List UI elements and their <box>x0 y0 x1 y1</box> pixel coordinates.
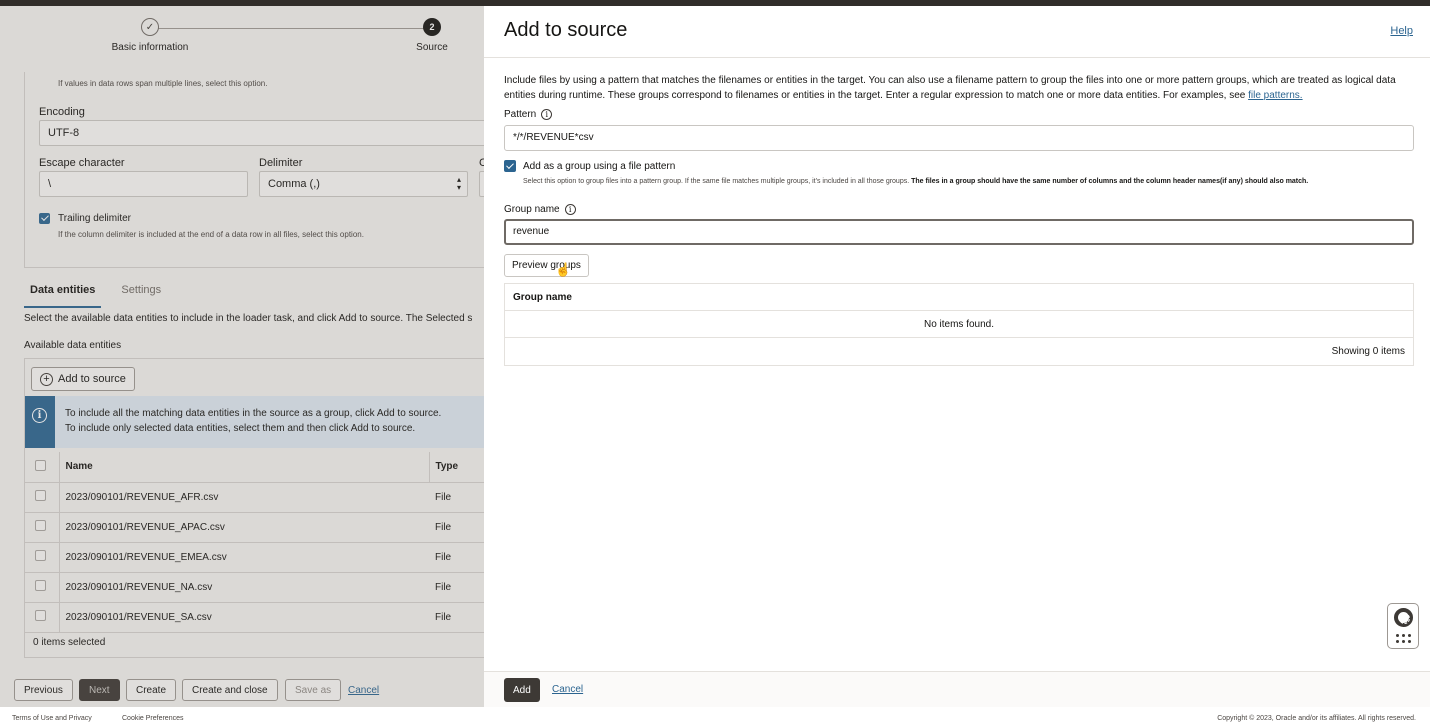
hand-pointer-icon: ☝ <box>555 262 572 277</box>
group-hint-text: Select this option to group files into a… <box>523 178 910 185</box>
info-icon[interactable]: i <box>541 109 553 120</box>
pattern-label-text: Pattern <box>504 109 537 120</box>
preview-groups-button[interactable]: Preview groups <box>504 254 589 277</box>
help-widget[interactable] <box>1387 603 1419 649</box>
panel-cancel-link[interactable]: Cancel <box>552 684 583 695</box>
panel-footer: Add Cancel <box>484 671 1430 707</box>
showing-count: Showing 0 items <box>1331 346 1405 357</box>
lifebuoy-icon <box>1394 608 1413 627</box>
info-icon[interactable]: i <box>564 204 576 215</box>
add-as-group-checkbox[interactable]: Add as a group using a file pattern <box>504 160 675 172</box>
copyright-text: Copyright © 2023, Oracle and/or its affi… <box>1217 715 1416 722</box>
cookie-preferences-link[interactable]: Cookie Preferences <box>122 715 183 722</box>
group-hint: Select this option to group files into a… <box>523 178 1308 185</box>
pattern-label: Pattern i <box>504 109 553 120</box>
modal-scrim[interactable] <box>0 6 484 707</box>
file-patterns-link[interactable]: file patterns. <box>1248 90 1302 101</box>
panel-title: Add to source <box>504 19 628 41</box>
add-as-group-label: Add as a group using a file pattern <box>523 160 676 172</box>
help-link[interactable]: Help <box>1390 25 1413 37</box>
group-hint-bold: The files in a group should have the sam… <box>911 178 1309 185</box>
terms-link[interactable]: Terms of Use and Privacy <box>12 715 92 722</box>
pattern-input[interactable]: */*/REVENUE*csv <box>504 125 1414 151</box>
checkbox-checked-icon <box>504 160 516 172</box>
add-button[interactable]: Add <box>504 678 540 702</box>
no-items-message: No items found. <box>505 311 1413 338</box>
column-header-group-name[interactable]: Group name <box>505 284 1413 311</box>
page-footer: Terms of Use and Privacy Cookie Preferen… <box>0 707 1430 727</box>
panel-description: Include files by using a pattern that ma… <box>504 73 1424 103</box>
group-name-label-text: Group name <box>504 204 560 215</box>
groups-table: Group name No items found. Showing 0 ite… <box>504 283 1414 366</box>
panel-header: Add to source Help <box>484 6 1430 58</box>
grid-icon <box>1396 634 1412 644</box>
group-name-label: Group name i <box>504 204 576 215</box>
group-name-input[interactable]: revenue <box>504 219 1414 245</box>
add-to-source-panel: Add to source Help Include files by usin… <box>484 6 1430 707</box>
